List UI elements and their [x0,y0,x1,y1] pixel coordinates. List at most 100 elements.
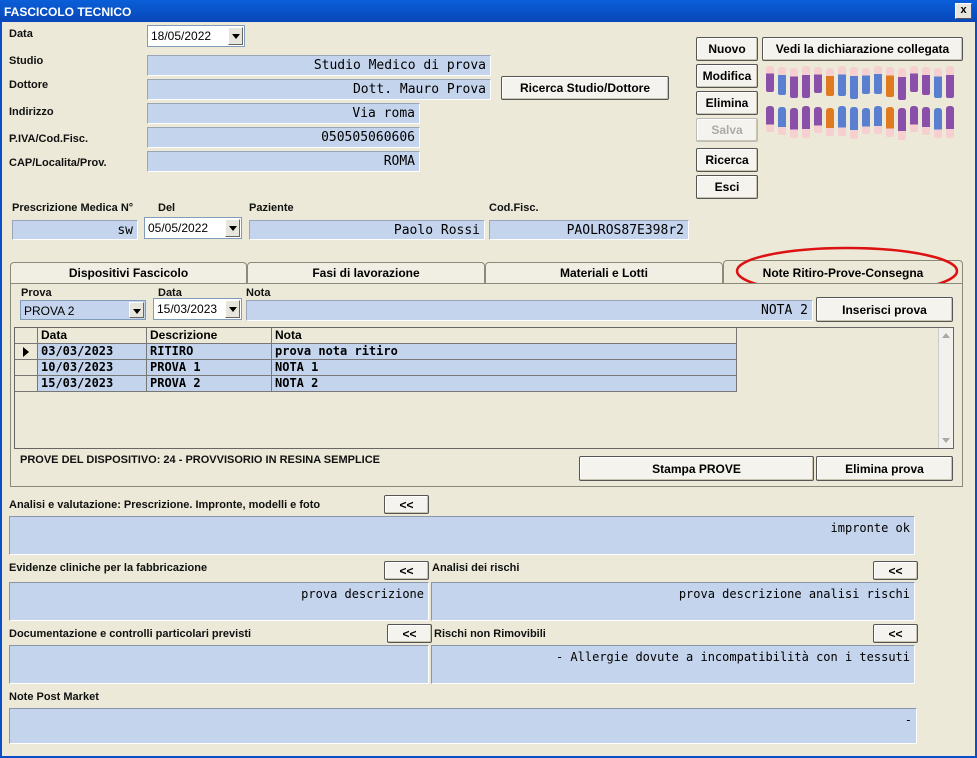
ricerca-button[interactable]: Ricerca [696,148,758,172]
cap-label: CAP/Localita/Prov. [9,157,107,169]
tooth-icon[interactable] [922,107,930,135]
stampa-prove-button[interactable]: Stampa PROVE [579,456,814,481]
tab-materiali[interactable]: Materiali e Lotti [485,262,723,283]
prova-data-combo[interactable]: 15/03/2023 [153,298,242,320]
tooth-icon[interactable] [874,66,882,94]
close-button[interactable]: x [955,3,972,19]
tooth-icon[interactable] [814,67,822,93]
tooth-icon[interactable] [838,106,846,136]
tooth-icon[interactable] [826,68,834,96]
del-combo[interactable]: 05/05/2022 [144,217,242,239]
row-selector[interactable] [15,376,38,392]
scroll-down-icon[interactable] [942,438,950,443]
tooth-icon[interactable] [766,106,774,132]
tooth-icon[interactable] [874,106,882,134]
tab-dispositivi[interactable]: Dispositivi Fascicolo [10,262,247,283]
codfisc-field[interactable]: PAOLROS87E398r2 [489,220,689,240]
tooth-icon[interactable] [802,66,810,98]
ricerca-studio-button[interactable]: Ricerca Studio/Dottore [501,76,669,100]
tooth-icon[interactable] [886,107,894,137]
table-row-cell[interactable]: prova nota ritiro [272,344,737,360]
tooth-icon[interactable] [886,67,894,97]
evidenze-field[interactable]: prova descrizione [9,582,429,621]
tooth-icon[interactable] [910,106,918,132]
tab-fasi[interactable]: Fasi di lavorazione [247,262,485,283]
tooth-icon[interactable] [922,67,930,95]
column-header-nota[interactable]: Nota [272,328,737,344]
chevron-down-icon[interactable] [129,302,144,318]
tooth-icon[interactable] [778,107,786,135]
elimina-button[interactable]: Elimina [696,91,758,115]
paziente-label: Paziente [249,202,294,214]
note-post-field[interactable]: - [9,708,917,744]
dental-chart-image[interactable] [766,66,958,142]
tooth-icon[interactable] [790,68,798,98]
tooth-icon[interactable] [898,108,906,140]
paziente-field[interactable]: Paolo Rossi [249,220,485,240]
tooth-icon[interactable] [946,106,954,138]
tooth-icon[interactable] [814,107,822,133]
scroll-up-icon[interactable] [942,333,950,338]
tooth-icon[interactable] [850,107,858,139]
rischi-non-field[interactable]: - Allergie dovute a incompatibilità con … [431,645,915,684]
row-selector[interactable] [15,344,38,360]
row-selector[interactable] [15,360,38,376]
tooth-icon[interactable] [850,67,858,99]
prescrizione-field[interactable]: sw [12,220,138,240]
cap-field[interactable]: ROMA [147,151,420,172]
indirizzo-field[interactable]: Via roma [147,103,420,124]
prove-grid[interactable]: Data Descrizione Nota 03/03/2023 RITIRO … [14,327,954,449]
tooth-icon[interactable] [934,68,942,98]
indirizzo-label: Indirizzo [9,106,54,118]
chevron-down-icon[interactable] [225,300,240,318]
documentazione-expand-button[interactable]: << [387,624,432,643]
tooth-icon[interactable] [946,66,954,98]
analisi-field[interactable]: impronte ok [9,516,915,555]
table-row-cell[interactable]: 03/03/2023 [38,344,147,360]
rischi-non-expand-button[interactable]: << [873,624,918,643]
evidenze-expand-button[interactable]: << [384,561,429,580]
tooth-icon[interactable] [802,106,810,138]
tooth-icon[interactable] [898,68,906,100]
chevron-down-icon[interactable] [225,219,240,237]
dottore-field[interactable]: Dott. Mauro Prova [147,79,491,100]
column-header-data[interactable]: Data [38,328,147,344]
tooth-icon[interactable] [778,67,786,95]
codfisc-label: Cod.Fisc. [489,202,539,214]
column-header-descrizione[interactable]: Descrizione [147,328,272,344]
studio-field[interactable]: Studio Medico di prova [147,55,491,76]
piva-field[interactable]: 050505060606 [147,127,420,148]
tooth-icon[interactable] [862,68,870,94]
tooth-icon[interactable] [862,108,870,134]
table-row-cell[interactable]: PROVA 1 [147,360,272,376]
chevron-down-icon[interactable] [228,27,243,45]
nota-field[interactable]: NOTA 2 [246,300,813,321]
table-row-cell[interactable]: NOTA 2 [272,376,737,392]
table-row-cell[interactable]: 15/03/2023 [38,376,147,392]
table-row-cell[interactable]: RITIRO [147,344,272,360]
vedi-dichiarazione-button[interactable]: Vedi la dichiarazione collegata [762,37,963,61]
rischi-field[interactable]: prova descrizione analisi rischi [431,582,915,621]
nuovo-button[interactable]: Nuovo [696,37,758,61]
modifica-button[interactable]: Modifica [696,64,758,88]
prova-combo[interactable]: PROVA 2 [20,300,146,320]
table-row-cell[interactable]: PROVA 2 [147,376,272,392]
tooth-icon[interactable] [790,108,798,138]
tooth-icon[interactable] [838,66,846,96]
esci-button[interactable]: Esci [696,175,758,199]
data-combo[interactable]: 18/05/2022 [147,25,245,47]
tooth-icon[interactable] [910,66,918,92]
analisi-expand-button[interactable]: << [384,495,429,514]
tooth-icon[interactable] [766,66,774,92]
documentazione-field[interactable] [9,645,429,684]
inserisci-prova-button[interactable]: Inserisci prova [816,297,953,322]
salva-button[interactable]: Salva [696,118,758,142]
table-row-cell[interactable]: NOTA 1 [272,360,737,376]
tooth-icon[interactable] [934,108,942,138]
rischi-expand-button[interactable]: << [873,561,918,580]
elimina-prova-button[interactable]: Elimina prova [816,456,953,481]
table-row-cell[interactable]: 10/03/2023 [38,360,147,376]
grid-scrollbar[interactable] [938,328,953,448]
tooth-icon[interactable] [826,108,834,136]
prova-data-value: 15/03/2023 [157,302,218,316]
